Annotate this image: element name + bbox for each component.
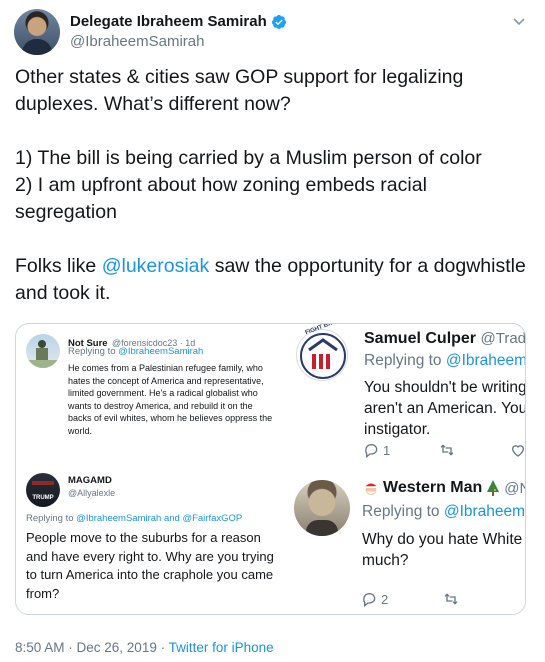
- reply-body: You shouldn't be writing a aren't an Ame…: [364, 379, 526, 438]
- replying-mention: @Ibraheem: [443, 503, 526, 520]
- retweet-icon: [440, 444, 454, 456]
- reply-icon: [365, 444, 378, 458]
- screenshot-reply-1[interactable]: Not Sure @forensicdoc23 · 1d Replying to…: [16, 324, 282, 469]
- media-divider: [283, 324, 286, 614]
- santa-emoji-icon: [364, 483, 378, 496]
- media-grid[interactable]: Not Sure @forensicdoc23 · 1d Replying to…: [15, 323, 526, 615]
- reply-author-name: Western Man: [383, 479, 483, 496]
- reply-author-handle: @Tradition: [480, 330, 526, 347]
- retweet-action: [442, 591, 460, 607]
- reply-icon: [363, 593, 376, 607]
- christmas-tree-icon: [487, 480, 500, 496]
- retweet-icon: [444, 593, 458, 605]
- reply-body: People move to the suburbs for a reason …: [26, 530, 274, 601]
- avatar-lettering: TRUMP: [32, 495, 54, 501]
- replying-mention: @IbraheemSamirah: [118, 346, 204, 357]
- avatar: TRUMP: [26, 473, 60, 507]
- reply-author-name: MAGAMD: [68, 475, 112, 486]
- reply-body: Why do you hate White much?: [362, 531, 523, 569]
- avatar: [294, 480, 350, 536]
- replying-label: Replying to: [364, 352, 446, 369]
- screenshot-reply-4[interactable]: Western Man @N Replying to @Ibraheem Why…: [286, 473, 526, 614]
- tweet-text: Other states & cities saw GOP support fo…: [15, 64, 530, 307]
- screenshot-reply-2[interactable]: FIGHT BACK Samuel Culper @Tradition Repl…: [286, 324, 526, 469]
- media-divider: [16, 470, 525, 473]
- tweet-line-3: 2) I am upfront about how zoning embeds …: [15, 174, 433, 223]
- like-action: 1: [510, 442, 525, 458]
- replying-mention: @IbraheemSamirah and @FairfaxGOP: [76, 513, 243, 524]
- author-name[interactable]: Delegate Ibraheem Samirah: [70, 13, 267, 30]
- reply-body: He comes from a Palestinian refugee fami…: [68, 363, 273, 436]
- tweet-line-1: Other states & cities saw GOP support fo…: [15, 66, 469, 115]
- replying-mention: @IbraheemSa: [445, 352, 526, 369]
- chevron-down-icon[interactable]: [511, 13, 527, 29]
- screenshot-reply-3[interactable]: TRUMP MAGAMD @Allyalexle Replying to @Ib…: [16, 473, 282, 614]
- author-handle[interactable]: @IbraheemSamirah: [70, 33, 204, 50]
- tweet-footer: 8:50 AM · Dec 26, 2019 · Twitter for iPh…: [15, 640, 274, 655]
- replying-label: Replying to: [362, 503, 444, 520]
- reply-count: 1: [383, 442, 391, 458]
- avatar: [26, 334, 60, 368]
- tweet-line-4-pre: Folks like: [15, 255, 102, 277]
- avatar[interactable]: [14, 9, 60, 55]
- mention-link[interactable]: @lukerosiak: [102, 255, 210, 277]
- replying-label: Replying to: [68, 346, 119, 357]
- reply-author-handle: @Allyalexle: [68, 488, 116, 498]
- reply-action: 1: [364, 442, 390, 458]
- tweet-header: Delegate Ibraheem Samirah @IbraheemSamir…: [14, 9, 531, 57]
- reply-author-name: Samuel Culper: [364, 330, 477, 347]
- verified-icon: [271, 14, 286, 29]
- reply-action: 2: [362, 591, 388, 607]
- tweet-line-2: 1) The bill is being carried by a Muslim…: [15, 147, 482, 169]
- reply-count: 2: [381, 591, 389, 607]
- reply-author-handle: @N: [504, 479, 525, 497]
- retweet-action: [438, 442, 456, 458]
- heart-icon: [511, 445, 525, 457]
- source-link[interactable]: Twitter for iPhone: [169, 640, 274, 655]
- replying-label: Replying to: [26, 513, 77, 524]
- timestamp[interactable]: 8:50 AM · Dec 26, 2019 ·: [15, 640, 169, 655]
